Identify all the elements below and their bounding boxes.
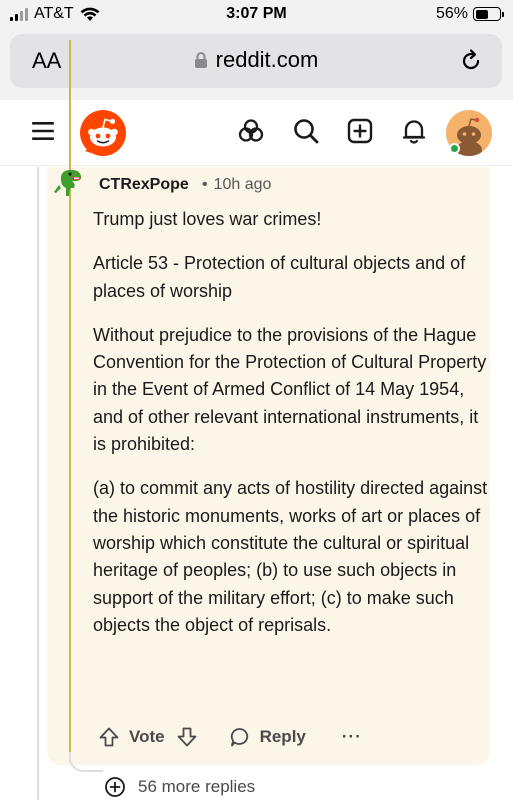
reply-bubble-icon [230, 728, 248, 747]
search-icon[interactable] [291, 116, 321, 146]
create-post-icon[interactable] [345, 116, 375, 146]
more-options-button[interactable]: ··· [342, 727, 362, 747]
online-status-dot [449, 143, 460, 154]
comment-paragraph: Trump just loves war crimes! [93, 209, 322, 229]
battery-icon [473, 7, 504, 21]
comment-meta: • 10h ago [202, 176, 271, 194]
more-replies-button[interactable]: 56 more replies [104, 776, 255, 798]
expand-plus-icon [105, 777, 125, 797]
comment-body: Trump just loves war crimes! Article 53 … [93, 206, 493, 656]
comment-thread-line[interactable] [69, 40, 71, 762]
menu-icon[interactable] [28, 116, 58, 146]
reply-label: Reply [259, 727, 306, 746]
parent-thread-line[interactable] [37, 167, 39, 800]
comment-paragraph: Article 53 - Protection of cultural obje… [93, 253, 466, 301]
vote-label: Vote [129, 727, 165, 746]
reddit-logo-icon[interactable] [79, 109, 127, 157]
comment-paragraph: Without prejudice to the provisions of t… [93, 324, 487, 455]
reply-button[interactable]: Reply [229, 726, 306, 748]
battery-percent: 56% [435, 5, 468, 22]
battery-level [475, 9, 489, 19]
explore-icon[interactable] [236, 116, 266, 146]
comment-author[interactable]: CTRexPope [99, 176, 189, 194]
downvote-icon[interactable] [176, 726, 198, 748]
more-replies-label: 56 more replies [138, 777, 256, 796]
upvote-icon[interactable] [98, 726, 120, 748]
url-text[interactable]: reddit.com [216, 47, 319, 73]
site-header [0, 100, 513, 166]
lock-icon [194, 52, 207, 68]
replies-connector [69, 752, 103, 772]
reload-icon[interactable] [458, 48, 484, 74]
trex-avatar-icon[interactable] [52, 166, 86, 200]
browser-toolbar: AA reddit.com [0, 32, 513, 100]
comment-timestamp: 10h ago [213, 176, 272, 193]
comment-actions: Vote Reply ··· [98, 722, 362, 752]
comment-paragraph: (a) to commit any acts of hostility dire… [93, 478, 488, 635]
meta-separator: • [202, 176, 208, 193]
status-bar: AT&T 3:07 PM 56% [0, 0, 513, 32]
address-bar[interactable]: AA reddit.com [10, 34, 502, 88]
notifications-icon[interactable] [399, 116, 429, 146]
